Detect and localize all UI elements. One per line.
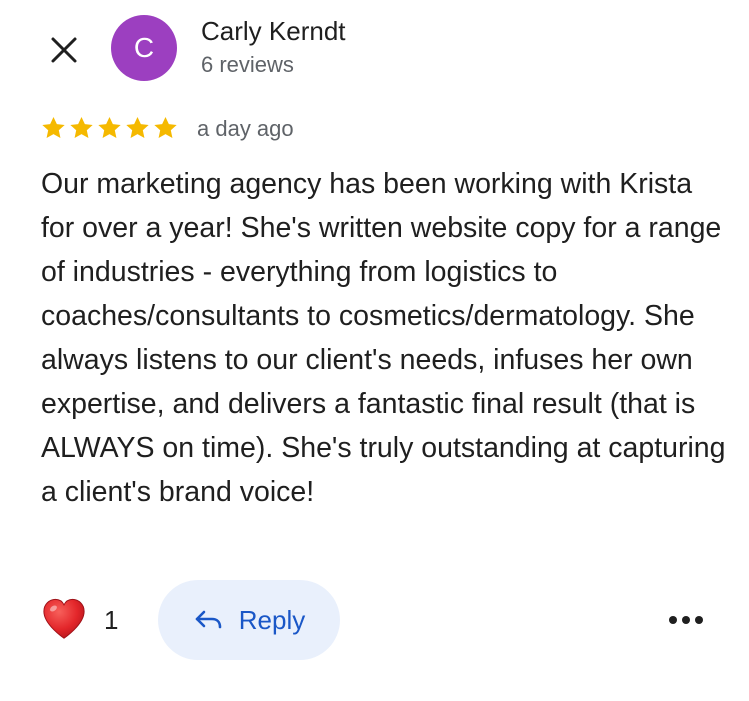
star-icon [98,116,121,138]
more-options-button[interactable] [662,600,710,640]
more-options-icon [669,616,703,624]
star-rating [40,115,179,141]
star-icon [42,116,65,138]
avatar-initial: C [133,32,155,63]
heart-icon[interactable] [41,596,87,642]
close-button[interactable] [44,30,84,70]
reply-label: Reply [238,604,306,635]
like-count: 1 [104,605,119,635]
avatar[interactable]: C [111,15,177,81]
star-icon [70,116,93,138]
review-time: a day ago [197,116,294,141]
reply-button[interactable]: Reply [158,580,340,660]
close-icon [51,37,77,63]
star-icon [154,116,177,138]
review-count: 6 reviews [201,52,294,77]
review-text: Our marketing agency has been working wi… [41,168,726,508]
reply-arrow-icon [195,610,222,629]
star-icon [126,116,149,138]
author-name[interactable]: Carly Kerndt [201,16,346,47]
